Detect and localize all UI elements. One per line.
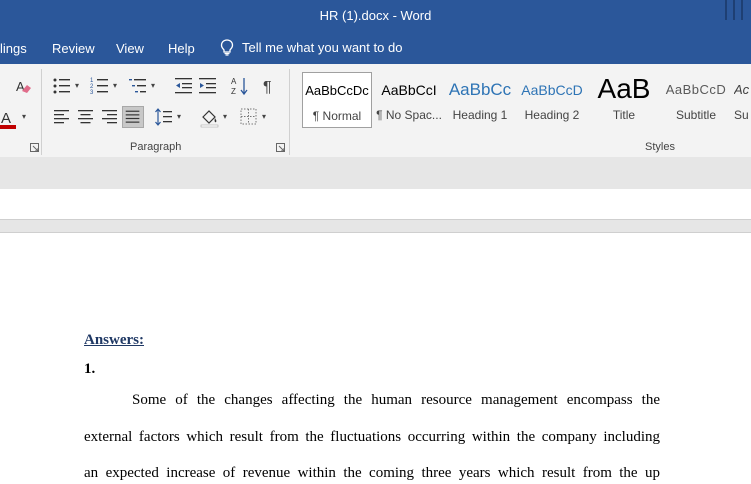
align-center-button[interactable] — [75, 106, 97, 128]
numbered-list-icon: 1 2 3 — [90, 78, 108, 96]
style-name: Subtitle — [675, 108, 717, 122]
tab-view[interactable]: View — [116, 41, 144, 56]
justify-button[interactable] — [122, 106, 144, 128]
font-color-icon: A — [0, 110, 16, 129]
style-heading-1[interactable]: AaBbCc Heading 1 — [446, 72, 514, 128]
style-preview: AaBbCcDc — [305, 83, 369, 98]
sort-az-icon: A Z — [231, 77, 248, 96]
style-preview: AaBbCcD — [665, 82, 727, 97]
svg-text:A: A — [1, 110, 11, 127]
bullets-button[interactable] — [51, 75, 73, 97]
paint-bucket-icon — [200, 110, 219, 128]
tell-me-label: Tell me what you want to do — [242, 40, 403, 55]
numbering-dropdown[interactable]: ▾ — [113, 81, 117, 90]
paragraph-line: an expected increase of revenue within t… — [84, 465, 660, 481]
decrease-indent-icon — [175, 78, 192, 94]
paragraph-line: external factors which result from the f… — [84, 429, 660, 445]
bullet-list-icon — [53, 78, 70, 94]
align-left-icon — [54, 110, 69, 124]
style-preview: AaB — [597, 73, 651, 104]
group-separator — [289, 69, 290, 155]
answers-heading: Answers: — [84, 332, 144, 348]
eraser-icon: A — [16, 79, 31, 94]
window-title: HR (1).docx - Word — [319, 8, 432, 23]
page-separator — [0, 219, 751, 233]
font-color-button[interactable]: A — [0, 107, 20, 129]
pilcrow-icon: ¶ — [263, 79, 272, 96]
style-subtle-emphasis[interactable]: Ac Su — [734, 72, 751, 128]
style-name: ¶ Normal — [312, 109, 362, 123]
tab-mailings[interactable]: lings — [0, 41, 27, 56]
paragraph-line: Some of the changes affecting the human … — [132, 392, 660, 408]
style-name: Heading 1 — [452, 108, 508, 122]
style-name: Heading 2 — [524, 108, 580, 122]
borders-icon — [240, 108, 257, 125]
increase-indent-icon — [199, 78, 216, 94]
shading-dropdown[interactable]: ▾ — [223, 112, 227, 121]
line-spacing-icon — [155, 108, 172, 126]
style-preview: Ac — [734, 82, 750, 97]
svg-text:Z: Z — [231, 87, 236, 96]
clear-formatting-button[interactable]: A — [12, 76, 34, 98]
style-name: Su — [734, 108, 749, 122]
paragraph-group-label: Paragraph — [130, 141, 182, 153]
svg-text:A: A — [16, 79, 25, 94]
sort-button[interactable]: A Z — [229, 75, 251, 97]
lightbulb-icon — [220, 39, 234, 56]
styles-group-label: Styles — [645, 141, 675, 153]
decrease-indent-button[interactable] — [173, 75, 195, 97]
svg-text:3: 3 — [90, 90, 94, 96]
ruler-area — [0, 189, 751, 219]
style-title[interactable]: AaB Title — [590, 72, 658, 128]
ribbon-tabs: lings Review View Help Tell me what you … — [0, 33, 751, 64]
svg-text:¶: ¶ — [263, 79, 272, 96]
justify-icon — [125, 110, 140, 123]
multilevel-list-button[interactable] — [127, 75, 149, 97]
svg-text:A: A — [231, 77, 237, 86]
align-left-button[interactable] — [51, 106, 73, 128]
style-normal[interactable]: AaBbCcDc ¶ Normal — [302, 72, 372, 128]
style-preview: AaBbCcI — [381, 82, 437, 98]
paragraph-dialog-launcher-icon[interactable] — [276, 143, 285, 152]
shading-button[interactable] — [199, 106, 221, 128]
style-no-spacing[interactable]: AaBbCcI ¶ No Spac... — [374, 72, 444, 128]
bullets-dropdown[interactable]: ▾ — [75, 81, 79, 90]
multilevel-list-dropdown[interactable]: ▾ — [151, 81, 155, 90]
document-page[interactable] — [0, 233, 751, 484]
style-preview: AaBbCcD — [521, 82, 583, 98]
style-name: Title — [612, 108, 636, 122]
align-right-button[interactable] — [99, 106, 121, 128]
group-separator — [41, 69, 42, 155]
item-number: 1. — [84, 361, 96, 377]
style-subtitle[interactable]: AaBbCcD Subtitle — [662, 72, 730, 128]
window-controls[interactable] — [721, 0, 751, 22]
style-name: ¶ No Spac... — [376, 108, 442, 122]
ribbon-bottom-area — [0, 157, 751, 189]
increase-indent-button[interactable] — [197, 75, 219, 97]
borders-button[interactable] — [238, 106, 260, 128]
show-formatting-marks-button[interactable]: ¶ — [259, 75, 281, 97]
font-dialog-launcher-icon[interactable] — [30, 143, 39, 152]
font-color-dropdown[interactable]: ▾ — [22, 112, 26, 121]
ribbon: A A ▾ ▾ 1 2 3 ▾ ▾ A Z ¶ ▾ ▾ ▾ Paragraph … — [0, 64, 751, 158]
style-preview: AaBbCc — [448, 80, 512, 99]
tab-help[interactable]: Help — [168, 41, 195, 56]
style-heading-2[interactable]: AaBbCcD Heading 2 — [518, 72, 586, 128]
borders-dropdown[interactable]: ▾ — [262, 112, 266, 121]
title-bar: HR (1).docx - Word — [0, 0, 751, 33]
align-right-icon — [102, 110, 117, 124]
tab-review[interactable]: Review — [52, 41, 95, 56]
multilevel-list-icon — [129, 79, 146, 93]
line-spacing-dropdown[interactable]: ▾ — [177, 112, 181, 121]
tell-me-search[interactable]: Tell me what you want to do — [220, 39, 402, 56]
line-spacing-button[interactable] — [153, 106, 175, 128]
align-center-icon — [78, 110, 93, 124]
numbering-button[interactable]: 1 2 3 — [89, 75, 111, 97]
